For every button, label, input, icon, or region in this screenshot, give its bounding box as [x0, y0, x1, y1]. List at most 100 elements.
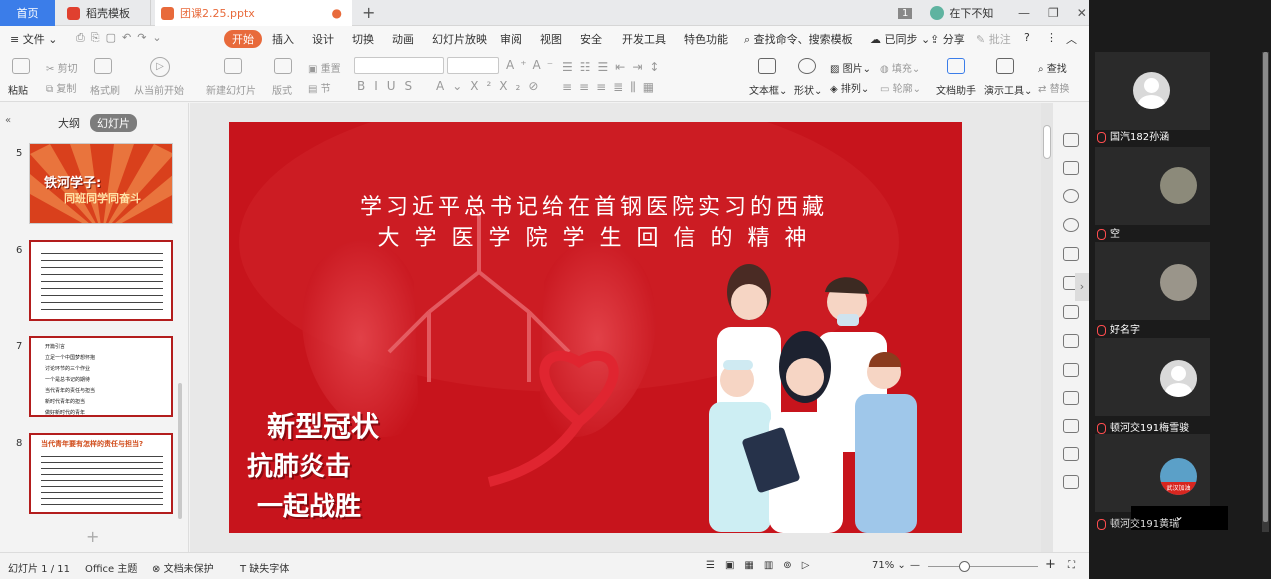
- grid-icon[interactable]: [1063, 305, 1079, 319]
- file-menu[interactable]: ≡ 文件 ⌄: [10, 31, 57, 47]
- align-icons[interactable]: ≡≡≡≣⫼▦: [562, 80, 661, 95]
- menu-view[interactable]: 视图: [540, 31, 562, 47]
- presenter-tools-icon[interactable]: [996, 58, 1014, 77]
- layout-icon[interactable]: [274, 58, 292, 77]
- cut-button[interactable]: ✂ 剪切: [46, 60, 78, 75]
- quick-access-icons[interactable]: ⎙⎘▢↶↷⌄: [76, 31, 168, 45]
- command-search[interactable]: ⌕ 查找命令、搜索模板: [744, 31, 853, 47]
- shape-icon[interactable]: [798, 58, 816, 77]
- view-mode-icons[interactable]: ☰▣▦▥⊚▷: [706, 560, 819, 571]
- zoom-level[interactable]: 71% ⌄: [872, 560, 906, 571]
- slides-tab[interactable]: 幻灯片: [90, 114, 137, 132]
- zoom-out-icon[interactable]: —: [910, 560, 920, 571]
- shape-panel-icon[interactable]: [1063, 189, 1079, 203]
- paragraph-icons[interactable]: ☰☷☰⇤⇥↕: [562, 60, 666, 74]
- play-from-current-button[interactable]: 从当前开始: [134, 82, 184, 97]
- expand-sidebar-icon[interactable]: ›: [1075, 273, 1089, 301]
- pin-icon[interactable]: [1063, 133, 1079, 147]
- layers-icon[interactable]: [1063, 391, 1079, 405]
- chart-icon[interactable]: [1063, 334, 1079, 348]
- tab-docer-templates[interactable]: 稻壳模板: [57, 0, 151, 26]
- sync-status[interactable]: ☁ 已同步 ⌄: [870, 31, 930, 47]
- menu-home[interactable]: 开始: [224, 30, 262, 48]
- menu-slideshow[interactable]: 幻灯片放映: [432, 31, 487, 47]
- tab-home[interactable]: 首页: [0, 0, 55, 26]
- more-icon[interactable]: ⋮: [1046, 31, 1057, 44]
- zoom-in-icon[interactable]: +: [1045, 557, 1056, 572]
- add-slide-icon[interactable]: +: [86, 527, 99, 546]
- textbox-icon[interactable]: [758, 58, 776, 77]
- menu-design[interactable]: 设计: [312, 31, 334, 47]
- slide-thumbnail-6[interactable]: [29, 240, 173, 321]
- export-icon[interactable]: [1063, 419, 1079, 433]
- participant-scroll-thumb[interactable]: [1263, 52, 1268, 522]
- arrange-button[interactable]: ◈ 排列⌄: [830, 80, 869, 95]
- missing-font-status[interactable]: T 缺失字体: [240, 560, 289, 575]
- font-size-select[interactable]: [447, 57, 499, 74]
- menu-developer[interactable]: 开发工具: [622, 31, 666, 47]
- participant-video-5[interactable]: 武汉加油: [1095, 434, 1210, 512]
- doc-helper-icon[interactable]: [947, 58, 965, 77]
- new-tab-icon[interactable]: +: [362, 3, 375, 22]
- slide-thumbnail-5[interactable]: 铁河学子: 同班同学同奋斗: [29, 143, 173, 224]
- thumbnail-scrollbar[interactable]: [178, 383, 182, 519]
- current-slide[interactable]: 学习近平总书记给在首钢医院实习的西藏 大 学 医 学 院 学 生 回 信 的 精…: [229, 122, 962, 533]
- slide-title[interactable]: 学习近平总书记给在首钢医院实习的西藏 大 学 医 学 院 学 生 回 信 的 精…: [344, 192, 844, 254]
- protection-status[interactable]: ⊗ 文档未保护: [152, 560, 214, 575]
- tab-document[interactable]: 团课2.25.pptx ●: [155, 0, 352, 26]
- comment-button[interactable]: ✎ 批注: [976, 31, 1011, 47]
- restore-icon[interactable]: ❐: [1048, 6, 1059, 20]
- replace-button[interactable]: ⇄ 替换: [1038, 80, 1070, 95]
- layout-button[interactable]: 版式: [272, 82, 292, 97]
- image-icon[interactable]: [1063, 475, 1079, 489]
- fill-button[interactable]: ◍ 填充⌄: [880, 60, 920, 75]
- share-button[interactable]: ⇪ 分享: [930, 31, 965, 47]
- new-slide-button[interactable]: 新建幻灯片: [206, 82, 256, 97]
- textbox-button[interactable]: 文本框⌄: [749, 82, 787, 97]
- menu-features[interactable]: 特色功能: [684, 31, 728, 47]
- paste-icon[interactable]: [12, 58, 30, 77]
- format-painter-icon[interactable]: [94, 58, 112, 77]
- font-color-icons[interactable]: A⌄X²X₂⊘: [436, 79, 546, 93]
- font-size-adjust-icons[interactable]: A⁺A⁻: [506, 58, 559, 72]
- help-icon[interactable]: ?: [1024, 31, 1030, 44]
- shape-button[interactable]: 形状⌄: [794, 82, 822, 97]
- text-format-icons[interactable]: BIUS: [357, 79, 421, 93]
- presenter-tools-button[interactable]: 演示工具⌄: [984, 82, 1032, 97]
- section-button[interactable]: ▤ 节: [308, 80, 331, 95]
- canvas-scrollbar[interactable]: [1041, 103, 1053, 552]
- library-icon[interactable]: [1063, 447, 1079, 461]
- style-icon[interactable]: [1063, 247, 1079, 261]
- menu-review[interactable]: 审阅: [500, 31, 522, 47]
- menu-insert[interactable]: 插入: [272, 31, 294, 47]
- window-count-badge[interactable]: 1: [898, 7, 913, 19]
- zoom-slider-handle[interactable]: [959, 561, 970, 572]
- font-name-select[interactable]: [354, 57, 444, 74]
- menu-transitions[interactable]: 切换: [352, 31, 374, 47]
- participant-video-1[interactable]: [1095, 52, 1210, 130]
- object-icon[interactable]: [1063, 161, 1079, 175]
- copy-button[interactable]: ⧉ 复制: [46, 80, 76, 95]
- play-icon[interactable]: ▷: [150, 57, 170, 77]
- outline-tab[interactable]: 大纲: [58, 115, 80, 131]
- fit-window-icon[interactable]: ⛶: [1068, 560, 1075, 571]
- participant-video-4[interactable]: [1095, 338, 1210, 416]
- minimize-icon[interactable]: —: [1018, 6, 1030, 20]
- chevron-down-icon[interactable]: ⌄: [1174, 509, 1184, 523]
- doc-helper-button[interactable]: 文档助手: [936, 82, 976, 97]
- find-button[interactable]: ⌕ 查找: [1038, 60, 1067, 75]
- settings-icon[interactable]: [1063, 363, 1079, 377]
- participant-video-2[interactable]: [1095, 147, 1210, 225]
- participant-scrollbar[interactable]: [1262, 52, 1269, 532]
- outline-button[interactable]: ▭ 轮廓⌄: [880, 80, 921, 95]
- close-icon[interactable]: ✕: [1077, 6, 1087, 20]
- paste-button[interactable]: 粘贴: [8, 82, 28, 97]
- zoom-slider-track[interactable]: [928, 566, 1038, 567]
- user-account[interactable]: 在下不知: [930, 5, 993, 21]
- menu-animations[interactable]: 动画: [392, 31, 414, 47]
- picture-button[interactable]: ▨ 图片⌄: [830, 60, 871, 75]
- location-icon[interactable]: [1063, 218, 1079, 232]
- reset-button[interactable]: ▣ 重置: [308, 60, 341, 75]
- canvas-scroll-thumb[interactable]: [1043, 125, 1051, 159]
- slide-thumbnail-8[interactable]: 当代青年要有怎样的责任与担当?: [29, 433, 173, 514]
